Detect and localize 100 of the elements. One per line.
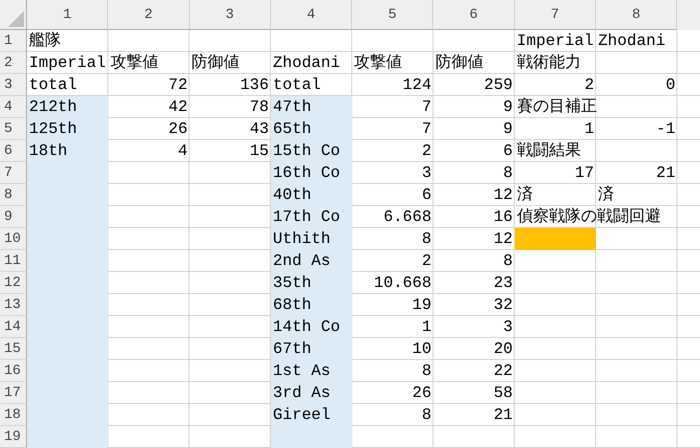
cell-text: Zhodani — [272, 53, 340, 73]
cell-text: 136 — [240, 75, 269, 95]
highlighted-cell[interactable] — [27, 426, 108, 448]
cell-text: 艦隊 — [29, 31, 61, 51]
row-header[interactable]: 7 — [0, 162, 27, 184]
highlighted-cell[interactable]: Gireel — [270, 404, 352, 426]
cell-text: 2 — [584, 75, 594, 95]
cell-text: 42 — [168, 97, 188, 117]
cell-text: 15 — [250, 141, 269, 161]
cell-text: 23 — [494, 273, 513, 293]
highlighted-cell[interactable]: Uthith — [270, 228, 352, 250]
row-header[interactable]: 10 — [0, 228, 27, 250]
cell-text: 10.668 — [374, 273, 432, 293]
cell-text: 78 — [250, 97, 269, 117]
cell-text: 124 — [402, 75, 432, 95]
column-header[interactable]: 8 — [596, 0, 678, 30]
highlighted-cell[interactable]: 16th Co — [270, 162, 352, 184]
cell-text: 8 — [422, 361, 432, 381]
cell-text: 8 — [503, 251, 513, 271]
highlighted-cell[interactable]: 47th — [270, 96, 352, 118]
cell-text: 4 — [178, 141, 188, 161]
select-all-icon[interactable] — [8, 11, 24, 27]
column-header[interactable]: 1 — [27, 0, 108, 30]
cell-text: 12 — [494, 229, 513, 249]
cell-text: 3 — [503, 317, 513, 337]
highlighted-cell[interactable]: 40th — [270, 184, 352, 206]
highlighted-cell[interactable]: 212th — [27, 96, 108, 118]
row-header[interactable]: 11 — [0, 250, 27, 272]
row-header[interactable]: 6 — [0, 140, 27, 162]
column-header[interactable]: 5 — [352, 0, 434, 30]
column-header[interactable]: 7 — [514, 0, 596, 30]
row-header[interactable]: 9 — [0, 206, 27, 228]
cell-text: 済 — [598, 185, 614, 205]
cell-text: 0 — [666, 75, 676, 95]
row-header[interactable]: 13 — [0, 294, 27, 316]
cell-text: 26 — [168, 119, 188, 139]
cell-text: 20 — [494, 339, 513, 359]
cell-text: total — [29, 75, 78, 95]
highlighted-cell[interactable]: 14th Co — [270, 316, 352, 338]
column-header[interactable]: 6 — [433, 0, 515, 30]
cell-text: 8 — [422, 405, 432, 425]
highlighted-cell[interactable]: 17th Co — [270, 206, 352, 228]
row-header[interactable]: 19 — [0, 426, 27, 448]
cell-text: 攻撃値 — [110, 53, 158, 73]
row-header[interactable]: 14 — [0, 316, 27, 338]
cell-text: 8 — [503, 163, 513, 183]
cell-text: 21 — [494, 405, 513, 425]
row-header[interactable]: 12 — [0, 272, 27, 294]
row-header[interactable]: 16 — [0, 360, 27, 382]
row-header[interactable]: 8 — [0, 184, 27, 206]
cell-text: 32 — [494, 295, 513, 315]
cell-text: 9 — [503, 119, 513, 139]
cell-text: 戦闘結果 — [516, 141, 581, 161]
cell-text: 58 — [494, 383, 513, 403]
row-header[interactable]: 5 — [0, 118, 27, 140]
cell-text: 賽の目補正 — [516, 97, 597, 117]
cell-text: 10 — [412, 339, 432, 359]
highlighted-cell[interactable]: 68th — [270, 294, 352, 316]
highlighted-cell[interactable]: 15th Co — [270, 140, 352, 162]
highlighted-cell[interactable] — [270, 426, 352, 448]
highlighted-cell[interactable]: 3rd As — [270, 382, 352, 404]
cell-text: 16 — [494, 207, 513, 227]
row-header[interactable]: 2 — [0, 52, 27, 74]
cell-text: 攻撃値 — [354, 53, 402, 73]
cell-text: Imperial — [516, 31, 594, 51]
highlighted-cell[interactable]: 125th — [27, 118, 108, 140]
row-header[interactable]: 18 — [0, 404, 27, 426]
column-header[interactable]: 4 — [270, 0, 352, 30]
row-header[interactable]: 15 — [0, 338, 27, 360]
highlighted-cell[interactable]: 18th — [27, 140, 108, 162]
cell-text: 17 — [574, 163, 594, 183]
cell-text: 6.668 — [383, 207, 432, 227]
row-header[interactable]: 4 — [0, 96, 27, 118]
cell-text: 26 — [412, 383, 432, 403]
column-header[interactable]: 3 — [190, 0, 271, 30]
column-header[interactable]: 2 — [108, 0, 190, 30]
highlighted-cell[interactable] — [514, 228, 596, 250]
cell-text: 防御値 — [192, 53, 240, 73]
cell-text: 2 — [422, 251, 432, 271]
cell-text: 9 — [503, 97, 513, 117]
cell-text: 3 — [422, 163, 432, 183]
highlighted-cell[interactable]: 65th — [270, 118, 352, 140]
cell-text: 22 — [494, 361, 513, 381]
cell-text: Imperial — [29, 53, 106, 73]
highlighted-cell[interactable]: 67th — [270, 338, 352, 360]
row-header[interactable]: 1 — [0, 30, 27, 52]
highlighted-cell[interactable]: 35th — [270, 272, 352, 294]
cell-text: 済 — [516, 185, 533, 205]
cell-text: 12 — [494, 185, 513, 205]
cell-text: 1 — [422, 317, 432, 337]
cell-text: 8 — [422, 229, 432, 249]
cell-text: 43 — [250, 119, 269, 139]
row-header[interactable]: 17 — [0, 382, 27, 404]
cell-text: 偵察戦隊の戦闘回避 — [516, 207, 661, 227]
highlighted-cell[interactable]: 2nd As — [270, 250, 352, 272]
cell-text: 防御値 — [435, 53, 484, 73]
cell-text: 2 — [422, 141, 432, 161]
highlighted-cell[interactable]: 1st As — [270, 360, 352, 382]
row-header[interactable]: 3 — [0, 74, 27, 96]
cell-text: 21 — [656, 163, 676, 183]
